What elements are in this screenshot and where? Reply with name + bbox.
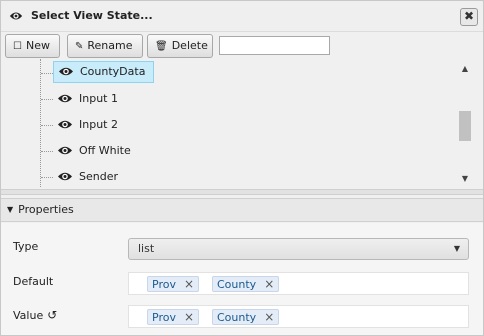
view-state-name-input[interactable] xyxy=(219,36,330,55)
tree-item-countydata[interactable]: CountyData xyxy=(53,61,155,83)
select-view-state-dialog: Select View State... ✖ ☐ New ✎ Rename 🗑 Del… xyxy=(0,0,484,336)
view-state-tree: CountyData Input 1 Input 2 Off White Sen… xyxy=(1,59,483,187)
tag-label: Prov xyxy=(152,311,176,324)
type-label: Type xyxy=(13,240,39,253)
tree-branch xyxy=(41,177,53,178)
delete-button-label: Delete xyxy=(171,39,208,52)
tree-branch xyxy=(41,99,53,100)
tree-item-input-1[interactable]: Input 1 xyxy=(53,88,126,110)
default-label: Default xyxy=(13,275,54,288)
scrollbar-thumb[interactable] xyxy=(459,111,471,141)
tree-item-label: Off White xyxy=(79,144,131,157)
dialog-titlebar: Select View State... ✖ xyxy=(1,1,483,32)
remove-tag-icon[interactable]: × xyxy=(184,277,194,291)
eye-icon xyxy=(58,146,72,154)
tree-item-label: Input 1 xyxy=(79,92,118,105)
properties-section-header[interactable]: ▼ Properties xyxy=(1,198,483,222)
tree-branch xyxy=(41,151,53,152)
rename-button-label: Rename xyxy=(87,39,133,52)
value-label: Value xyxy=(13,309,44,322)
edit-icon: ✎ xyxy=(75,41,84,52)
rename-button[interactable]: ✎ Rename xyxy=(67,34,143,58)
eye-icon xyxy=(59,67,73,75)
remove-tag-icon[interactable]: × xyxy=(184,310,194,324)
pane-splitter[interactable] xyxy=(1,189,483,195)
caret-down-icon: ▼ xyxy=(7,205,14,214)
tree-item-label: Input 2 xyxy=(79,118,118,131)
tree-connector-line xyxy=(40,59,41,187)
new-button[interactable]: ☐ New xyxy=(5,34,60,58)
value-tag-field[interactable]: Prov × County × xyxy=(128,305,469,328)
scroll-down-arrow-icon[interactable]: ▼ xyxy=(459,174,471,184)
tag-label: County xyxy=(217,278,257,291)
value-tag-prov: Prov × xyxy=(147,309,200,325)
type-select-value: list xyxy=(138,242,155,255)
default-tag-prov: Prov × xyxy=(147,276,200,292)
tree-item-input-2[interactable]: Input 2 xyxy=(53,114,126,136)
type-select[interactable]: list ▼ xyxy=(128,238,469,260)
default-tag-county: County × xyxy=(212,276,280,292)
tree-item-sender[interactable]: Sender xyxy=(53,166,126,187)
remove-tag-icon[interactable]: × xyxy=(264,310,274,324)
tree-item-off-white[interactable]: Off White xyxy=(53,140,139,162)
eye-icon xyxy=(58,120,72,128)
tree-branch xyxy=(41,73,53,74)
trash-icon: 🗑 xyxy=(155,41,168,52)
tree-item-label: Sender xyxy=(79,170,118,183)
remove-tag-icon[interactable]: × xyxy=(264,277,274,291)
delete-button[interactable]: 🗑 Delete xyxy=(147,34,213,58)
value-label-row: Value ↺ xyxy=(13,308,57,322)
tag-label: Prov xyxy=(152,278,176,291)
reset-icon[interactable]: ↺ xyxy=(47,308,57,322)
default-tag-field[interactable]: Prov × County × xyxy=(128,272,469,295)
eye-icon xyxy=(58,94,72,102)
scroll-up-arrow-icon[interactable]: ▲ xyxy=(459,64,471,74)
dialog-title: Select View State... xyxy=(31,9,153,22)
properties-header-label: Properties xyxy=(18,203,74,216)
eye-icon xyxy=(9,12,23,20)
chevron-down-icon: ▼ xyxy=(453,244,460,253)
tree-item-label: CountyData xyxy=(80,65,146,78)
close-button[interactable]: ✖ xyxy=(460,8,478,26)
eye-icon xyxy=(58,172,72,180)
value-tag-county: County × xyxy=(212,309,280,325)
tree-branch xyxy=(41,125,53,126)
new-icon: ☐ xyxy=(13,41,22,52)
new-button-label: New xyxy=(25,39,50,52)
tag-label: County xyxy=(217,311,257,324)
